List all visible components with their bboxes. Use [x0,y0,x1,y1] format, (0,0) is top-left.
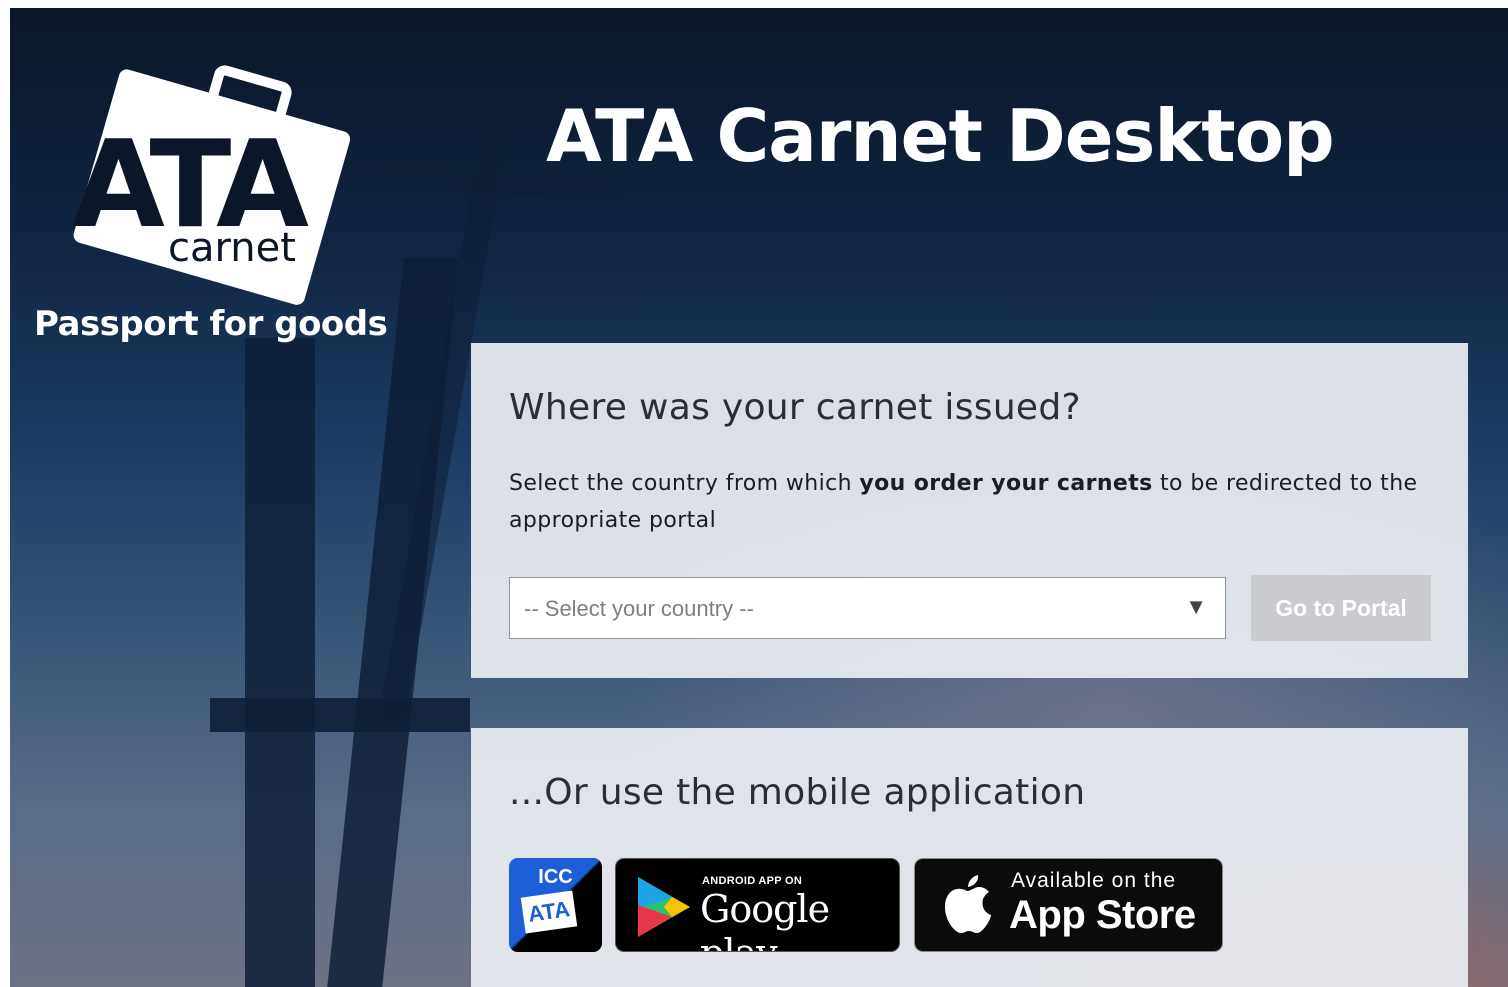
crane-beam [210,698,470,732]
tagline: Passport for goods [34,304,388,344]
icc-ata-app-badge[interactable]: ICC ATA [509,858,602,952]
app-store-small-text: Available on the [1011,869,1177,892]
go-to-portal-button[interactable]: Go to Portal [1251,575,1431,641]
portal-heading: Where was your carnet issued? [509,387,1081,428]
mobile-panel: ...Or use the mobile application ICC ATA… [471,728,1468,987]
mobile-heading: ...Or use the mobile application [509,772,1086,813]
portal-instructions: Select the country from which you order … [509,465,1439,539]
apple-icon [945,875,991,933]
ata-label: ATA [520,890,578,934]
google-play-icon [638,877,690,937]
svg-text:carnet: carnet [168,225,296,271]
icc-label: ICC [538,866,573,888]
hero-background: ATA carnet Passport for goods ATA Carnet… [10,8,1508,987]
country-select[interactable]: -- Select your country -- ▼ [509,577,1226,639]
google-play-small-text: ANDROID APP ON [702,875,803,887]
google-play-big-text: Google play [700,887,830,951]
crane-tower [326,258,459,987]
instruction-text: Select the country from which [509,471,860,496]
country-select-placeholder: -- Select your country -- [524,596,754,621]
dropdown-arrow-icon: ▼ [1185,594,1207,619]
app-store-badge[interactable]: Available on the App Store [914,858,1223,952]
app-store-big-text: App Store [1009,893,1196,937]
ata-carnet-logo: ATA carnet [58,56,358,314]
page-title: ATA Carnet Desktop [546,94,1335,178]
google-play-badge[interactable]: ANDROID APP ON Google play [615,858,900,952]
crane-tower [245,338,315,987]
portal-panel: Where was your carnet issued? Select the… [471,343,1468,678]
instruction-emphasis: you order your carnets [859,471,1153,496]
